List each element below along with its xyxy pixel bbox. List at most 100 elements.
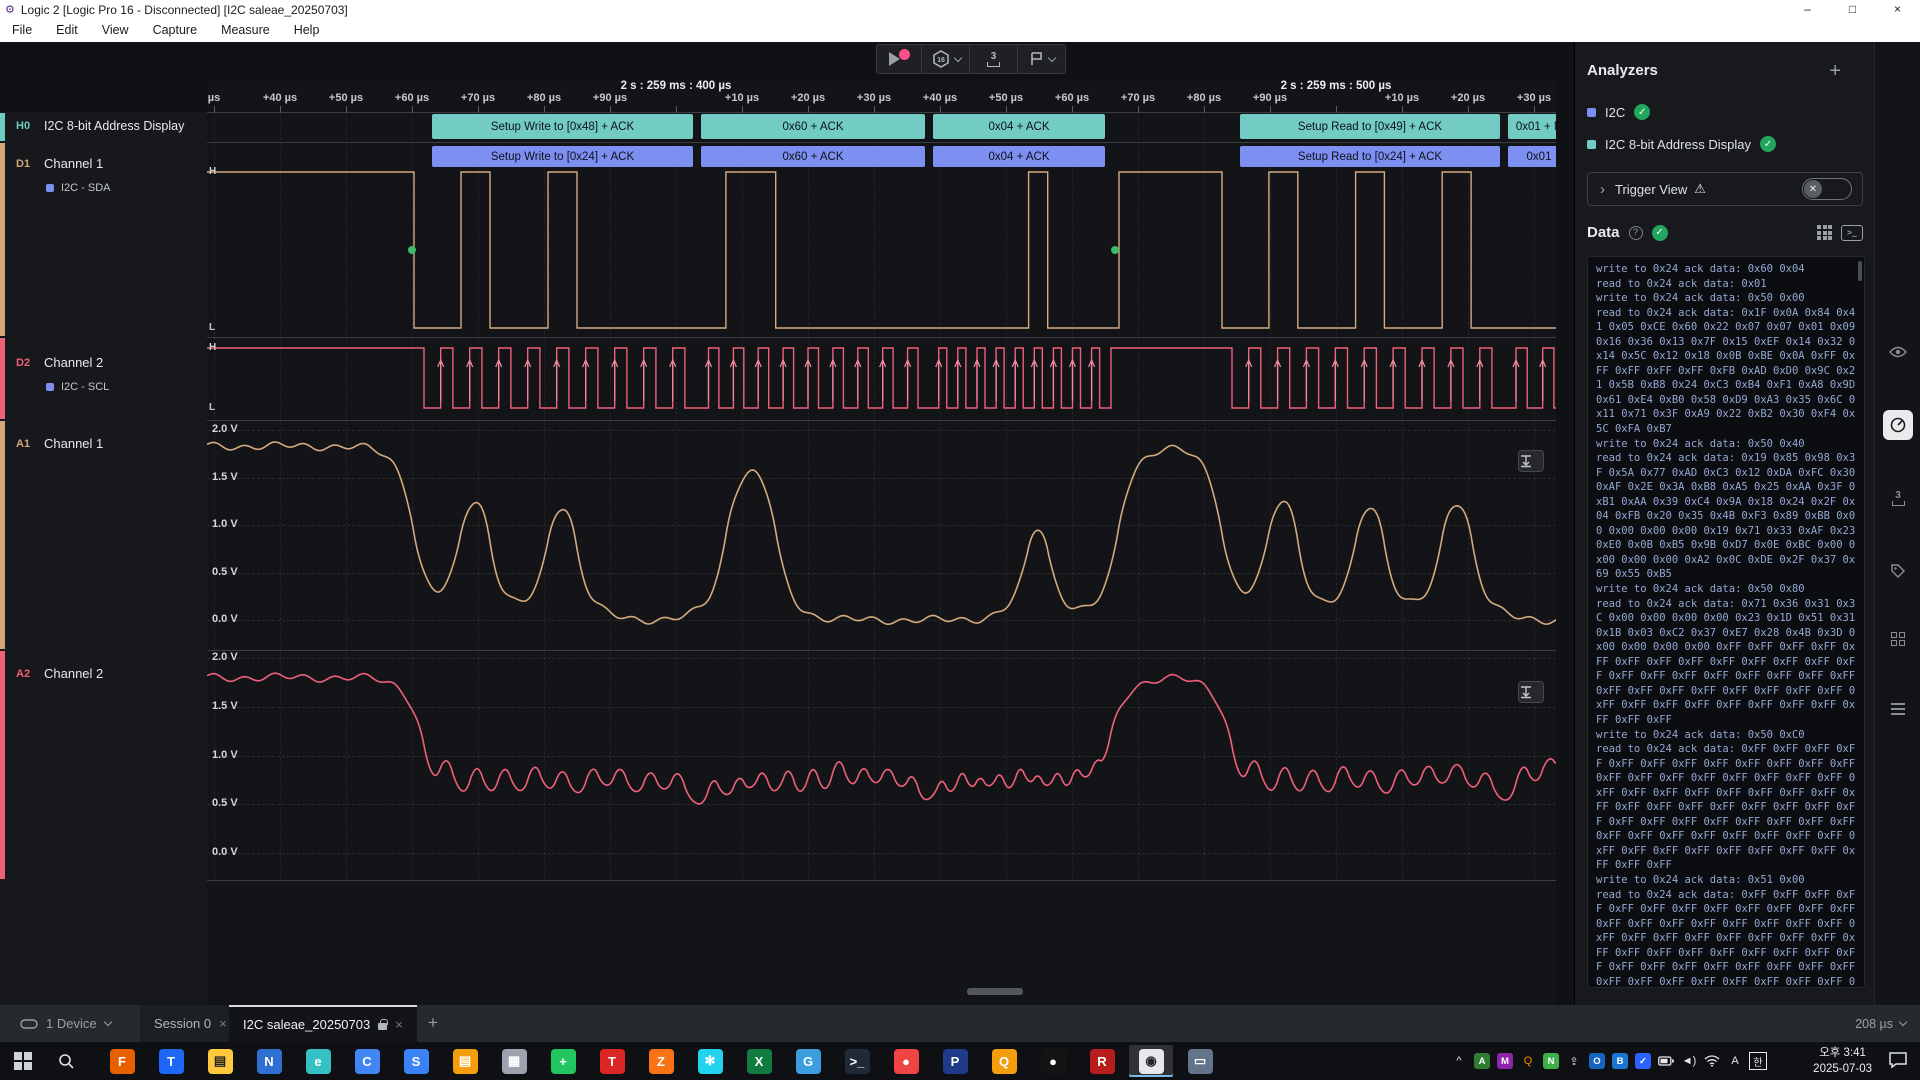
horizontal-scrollbar[interactable]	[967, 988, 1023, 995]
tray-battery-icon[interactable]	[1657, 1052, 1675, 1070]
eye-icon[interactable]	[1883, 337, 1913, 367]
minimize-button[interactable]: –	[1785, 0, 1830, 19]
taskbar-app-photos[interactable]: ▦	[492, 1045, 536, 1077]
notes-list-icon[interactable]	[1883, 694, 1913, 724]
tray-usb-icon[interactable]: ⇪	[1565, 1052, 1583, 1070]
taskbar-app-mail-app[interactable]: T	[149, 1045, 193, 1077]
edge-icon: e	[306, 1049, 331, 1074]
taskbar-app-blue-app[interactable]: N	[247, 1045, 291, 1077]
taskbar-app-firefox[interactable]: F	[100, 1045, 144, 1077]
analog-measure-button-ch2[interactable]	[1518, 681, 1544, 703]
menu-item-edit[interactable]: Edit	[44, 19, 90, 42]
taskbar-app-logic2-app[interactable]: ◉	[1129, 1045, 1173, 1077]
tray-ime-a-icon[interactable]: A	[1726, 1052, 1744, 1070]
menu-item-file[interactable]: File	[0, 19, 44, 42]
taskbar-app-edge[interactable]: e	[296, 1045, 340, 1077]
tray-defender-icon[interactable]: ✓	[1634, 1052, 1652, 1070]
i2c-8bit-frame-bubble[interactable]: 0x04 + ACK	[933, 114, 1105, 139]
table-view-icon[interactable]	[1817, 225, 1832, 240]
tray-gpu-icon[interactable]: N	[1542, 1052, 1560, 1070]
tab-session-0[interactable]: Session 0 ×	[140, 1005, 241, 1042]
windows-logo-icon	[14, 1052, 32, 1070]
waveform-area[interactable]: Setup Write to [0x48] + ACK 0x60 + ACK 0x0…	[207, 112, 1556, 1005]
taskbar-app-zip-app[interactable]: Z	[639, 1045, 683, 1077]
timeline-ruler[interactable]: µs+40 µs+50 µs+60 µs+70 µs+80 µs+90 µs+1…	[207, 80, 1556, 112]
tray-search-tray-icon[interactable]: Q	[1519, 1052, 1537, 1070]
close-tab-icon[interactable]: ×	[219, 1016, 227, 1031]
i2c-8bit-frame-bubble[interactable]: 0x01 + N	[1508, 114, 1556, 139]
taskbar-app-black-dot-app[interactable]: ●	[1031, 1045, 1075, 1077]
help-icon[interactable]: ?	[1629, 226, 1643, 240]
voltage-label: 0.0 V	[212, 613, 238, 625]
device-selector[interactable]: 1 Device	[20, 1005, 111, 1042]
ruler-tick-label: +60 µs	[395, 92, 429, 104]
taskbar-app-navy-app[interactable]: P	[933, 1045, 977, 1077]
menu-item-capture[interactable]: Capture	[141, 19, 209, 42]
terminal-view-icon[interactable]: >_	[1841, 225, 1863, 241]
analog-measure-button-ch1[interactable]	[1518, 450, 1544, 472]
digital-level-label: L	[209, 322, 215, 333]
taskbar-app-save-app[interactable]: S	[394, 1045, 438, 1077]
capture-toolbar: 16 3	[876, 44, 1066, 74]
menu-item-view[interactable]: View	[90, 19, 141, 42]
tray-antivirus-icon[interactable]: A	[1473, 1052, 1491, 1070]
i2c-8bit-frame-bubble[interactable]: Setup Read to [0x49] + ACK	[1240, 114, 1500, 139]
tray-utility-icon[interactable]: M	[1496, 1052, 1514, 1070]
taskbar-app-red-dot-app[interactable]: ●	[884, 1045, 928, 1077]
taskbar-app-freeze-app[interactable]: ✻	[688, 1045, 732, 1077]
i2c-8bit-frame-bubble[interactable]: Setup Write to [0x48] + ACK	[432, 114, 693, 139]
taskbar-app-green-tool[interactable]: +	[541, 1045, 585, 1077]
voltage-gridline	[207, 804, 1556, 805]
taskbar-app-terminal[interactable]: >_	[835, 1045, 879, 1077]
tray-tray-expand-icon[interactable]: ^	[1450, 1052, 1468, 1070]
start-capture-button[interactable]	[877, 45, 921, 73]
capture-mode-button[interactable]	[1018, 45, 1065, 73]
channel-row-a2[interactable]: A2 Channel 2	[0, 650, 207, 880]
analyzer-item-i2c[interactable]: I2C ✓	[1587, 104, 1650, 120]
extensions-grid-icon[interactable]	[1883, 624, 1913, 654]
channel-row-a1[interactable]: A1 Channel 1	[0, 420, 207, 650]
taskbar-app-globe-app[interactable]: G	[786, 1045, 830, 1077]
analyzer-item-i2c-8bit[interactable]: I2C 8-bit Address Display ✓	[1587, 136, 1776, 152]
close-button[interactable]: ×	[1875, 0, 1920, 19]
tray-outlook-icon[interactable]: O	[1588, 1052, 1606, 1070]
taskbar-app-excel[interactable]: X	[737, 1045, 781, 1077]
zoom-level[interactable]: 208 µs	[1855, 1005, 1906, 1042]
new-tab-button[interactable]: +	[428, 1013, 438, 1033]
taskbar-clock[interactable]: 오후 3:41 2025-07-03	[1813, 1045, 1872, 1077]
data-scrollbar[interactable]	[1858, 261, 1862, 281]
start-button[interactable]	[0, 1042, 46, 1080]
measurements-button[interactable]: 3	[970, 45, 1017, 73]
freeze-app-icon: ✻	[698, 1049, 723, 1074]
analyzers-panel-icon[interactable]	[1883, 410, 1913, 440]
i2c-8bit-frame-bubble[interactable]: 0x60 + ACK	[701, 114, 925, 139]
channel-row-h0[interactable]: H0 I2C 8-bit Address Display	[0, 112, 207, 142]
taskbar-app-search-tool[interactable]: Q	[982, 1045, 1026, 1077]
data-log-panel[interactable]: write to 0x24 ack data: 0x60 0x04 read t…	[1587, 256, 1865, 988]
device-selector-button[interactable]: 16	[922, 45, 969, 73]
channel-row-d1[interactable]: D1 Channel 1 I2C - SDA	[0, 142, 207, 337]
menu-item-help[interactable]: Help	[282, 19, 332, 42]
taskbar-app-red-t-app[interactable]: T	[590, 1045, 634, 1077]
bookmark-tag-icon[interactable]	[1883, 556, 1913, 586]
taskbar-app-monitor-app[interactable]: ▭	[1178, 1045, 1222, 1077]
channel-row-d2[interactable]: D2 Channel 2 I2C - SCL	[0, 337, 207, 420]
maximize-button[interactable]: □	[1830, 0, 1875, 19]
trigger-view-toggle[interactable]: ✕	[1802, 178, 1852, 200]
menu-item-measure[interactable]: Measure	[209, 19, 282, 42]
tray-bluetooth-icon[interactable]: B	[1611, 1052, 1629, 1070]
taskbar-app-file-explorer[interactable]: ▤	[198, 1045, 242, 1077]
taskbar-app-red-book-app[interactable]: R	[1080, 1045, 1124, 1077]
notification-icon[interactable]	[1888, 1051, 1908, 1074]
measurements-icon[interactable]: 3	[1883, 483, 1913, 513]
tray-wifi-icon[interactable]	[1703, 1052, 1721, 1070]
tab-i2c-saleae[interactable]: I2C saleae_20250703 ×	[229, 1005, 417, 1042]
taskbar-app-folder-app[interactable]: ▤	[443, 1045, 487, 1077]
tray-volume-icon[interactable]: ◄)	[1680, 1052, 1698, 1070]
add-analyzer-button[interactable]: +	[1829, 60, 1841, 83]
taskbar-app-chrome[interactable]: C	[345, 1045, 389, 1077]
close-tab-icon[interactable]: ×	[395, 1017, 403, 1032]
taskbar-search-button[interactable]	[46, 1042, 86, 1080]
tray-ime-ko-icon[interactable]: 한	[1749, 1052, 1767, 1070]
trigger-view-row[interactable]: › Trigger View ⚠ ✕	[1587, 172, 1863, 206]
